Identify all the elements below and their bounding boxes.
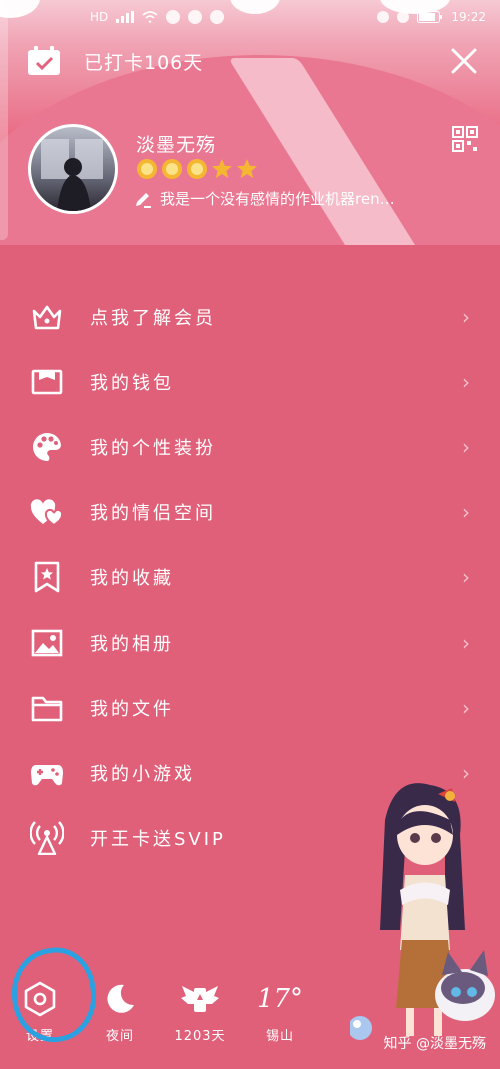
crown-icon (30, 300, 64, 334)
app-notification-icon (210, 10, 225, 24)
checkin-days[interactable]: 已打卡106天 (84, 48, 203, 75)
anime-character-illustration (350, 783, 495, 1040)
temperature-value: 17° (256, 984, 304, 1014)
level-badges[interactable] (136, 158, 258, 180)
menu-label: 我的文件 (90, 698, 174, 720)
profile-section: 淡墨无殇 我是一个没有感情的作业机器ren… (28, 124, 478, 219)
close-icon[interactable] (450, 47, 478, 75)
wallet-icon (30, 365, 64, 399)
gamepad-icon (30, 756, 64, 790)
menu-label: 我的情侣空间 (90, 503, 216, 525)
days-count-label: 1203天 (174, 1029, 226, 1044)
qr-code-icon[interactable] (452, 126, 478, 152)
signal-icon (116, 11, 135, 23)
signature-row[interactable]: 我是一个没有感情的作业机器ren… (134, 188, 395, 209)
weather-button[interactable]: 17° 锡山 (240, 979, 320, 1051)
menu-item-favorites[interactable]: 我的收藏 › (0, 545, 500, 610)
chevron-right-icon: › (462, 304, 470, 329)
star-icon (237, 159, 257, 178)
menu-label: 我的相册 (90, 633, 174, 655)
pencil-icon (136, 192, 151, 208)
calendar-check-icon[interactable] (26, 45, 62, 77)
chevron-right-icon: › (462, 434, 470, 459)
chevron-right-icon: › (462, 565, 470, 590)
menu-item-vip[interactable]: 点我了解会员 › (0, 284, 500, 349)
winged-badge-icon (180, 979, 220, 1019)
app-notification-icon (188, 10, 203, 24)
menu-item-couple-space[interactable]: 我的情侣空间 › (0, 480, 500, 545)
chevron-right-icon: › (462, 695, 470, 720)
avatar[interactable] (28, 124, 118, 214)
night-mode-label: 夜间 (105, 1029, 134, 1044)
days-badge-button[interactable]: 1203天 (160, 979, 240, 1051)
sun-icon (187, 159, 207, 179)
menu-item-album[interactable]: 我的相册 › (0, 610, 500, 675)
image-icon (30, 626, 64, 660)
city-label: 锡山 (265, 1029, 294, 1044)
nickname[interactable]: 淡墨无殇 (136, 130, 216, 157)
palette-icon (30, 430, 64, 464)
star-icon (212, 159, 232, 178)
signal-tower-icon (30, 821, 64, 856)
alarm-icon (377, 11, 390, 23)
chevron-right-icon: › (462, 369, 470, 394)
carrier-label: HD (90, 10, 109, 24)
signature-text: 我是一个没有感情的作业机器ren… (160, 190, 395, 208)
eye-icon (397, 11, 410, 23)
folder-icon (30, 691, 64, 725)
menu-label: 我的个性装扮 (90, 437, 216, 459)
top-bar: 已打卡106天 (26, 38, 478, 84)
menu-label: 开王卡送SVIP (90, 829, 226, 851)
bookmark-star-icon (30, 560, 64, 594)
drawer-edge (0, 0, 8, 240)
chevron-right-icon: › (462, 630, 470, 655)
wifi-icon (142, 11, 158, 23)
menu-label: 我的小游戏 (90, 763, 195, 785)
moon-icon (104, 979, 136, 1019)
menu-item-wallet[interactable]: 我的钱包 › (0, 349, 500, 414)
menu-label: 我的钱包 (90, 372, 174, 394)
menu-label: 我的收藏 (90, 568, 174, 590)
hearts-icon (30, 495, 64, 529)
menu-item-files[interactable]: 我的文件 › (0, 675, 500, 740)
sun-icon (162, 159, 182, 179)
chevron-right-icon: › (462, 500, 470, 525)
battery-icon (417, 11, 443, 23)
menu-label: 点我了解会员 (90, 307, 216, 329)
app-notification-icon (166, 10, 181, 24)
clock-text: 19:22 (451, 10, 486, 24)
sun-icon (137, 159, 157, 179)
status-bar: HD 19:22 (0, 0, 500, 34)
watermark-text: 知乎 @淡墨无殇 (383, 1036, 486, 1052)
menu-item-theme[interactable]: 我的个性装扮 › (0, 414, 500, 479)
